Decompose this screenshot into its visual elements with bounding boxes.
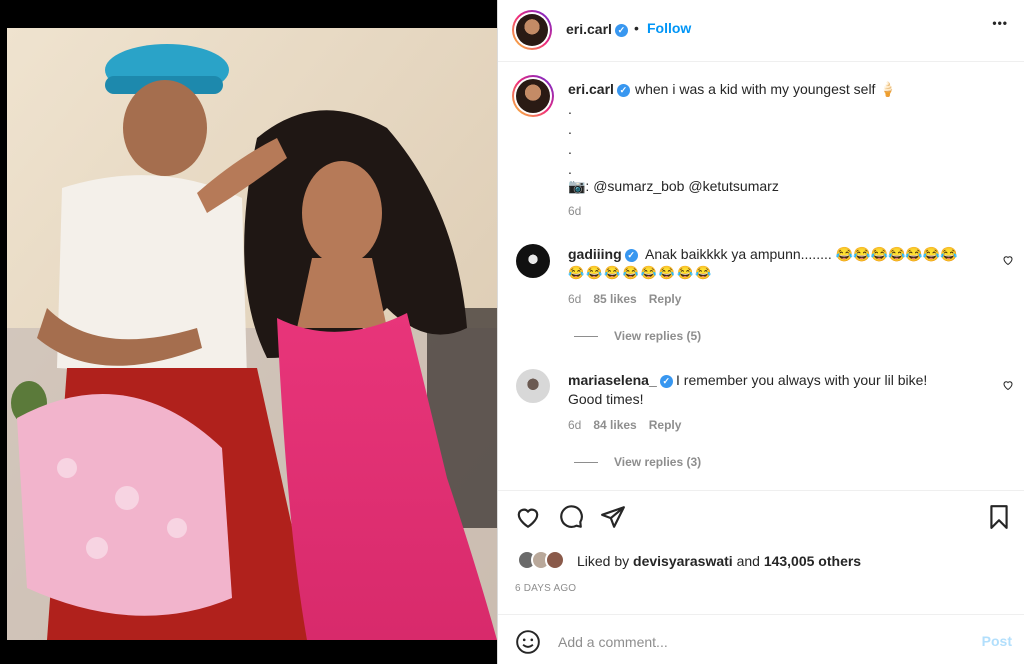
author-username-text[interactable]: eri.carl [566, 21, 612, 37]
add-comment-input[interactable] [558, 632, 938, 652]
comment-box-divider [498, 614, 1024, 615]
caption-avatar[interactable] [512, 75, 554, 117]
caption-dot: . [568, 121, 572, 137]
more-options-icon[interactable]: ••• [992, 16, 1008, 30]
share-icon[interactable] [600, 504, 626, 530]
post-photo-area [0, 0, 497, 664]
caption-username-text[interactable]: eri.carl [568, 81, 614, 97]
post-timestamp: 6 DAYS AGO [515, 583, 577, 594]
liked-by-user[interactable]: devisyaraswati [633, 553, 733, 569]
comment-time: 6d [568, 418, 582, 432]
comment-like-icon[interactable] [1002, 254, 1014, 266]
liked-by-prefix: Liked by [577, 553, 630, 569]
caption-dot: . [568, 101, 572, 117]
comment-username-text[interactable]: mariaselena_ [568, 372, 657, 388]
verified-badge-icon: ✓ [614, 23, 628, 37]
caption-text: when i was a kid with my youngest self 🍦 [635, 81, 897, 97]
comment-text: Anak baikkkk ya ampunn........ 😂😂😂😂😂😂😂 [645, 245, 958, 263]
replies-line [574, 336, 598, 338]
comment-meta: 6d 84 likes Reply [568, 418, 681, 432]
caption-username[interactable]: eri.carl ✓ [568, 81, 630, 97]
comment-meta: 6d 85 likes Reply [568, 292, 681, 306]
liked-by-and: and [736, 553, 760, 569]
author-username[interactable]: eri.carl ✓ [566, 21, 628, 37]
liked-by-text: Liked by devisyaraswati and 143,005 othe… [577, 552, 861, 570]
comment-like-icon[interactable] [1002, 379, 1014, 391]
comment-username-text[interactable]: gadiiing [568, 246, 622, 262]
verified-badge-icon: ✓ [624, 248, 638, 262]
view-replies-button[interactable]: View replies (5) [574, 329, 701, 343]
caption-time: 6d [568, 204, 582, 218]
author-avatar[interactable] [512, 10, 552, 50]
comment-likes[interactable]: 84 likes [593, 418, 636, 432]
view-replies-label[interactable]: View replies (5) [614, 329, 701, 343]
comment-icon[interactable] [558, 504, 584, 530]
post-comment-button[interactable]: Post [982, 633, 1012, 649]
comment-reply-button[interactable]: Reply [649, 418, 682, 432]
header-separator: • [634, 20, 639, 36]
commenter-avatar[interactable] [516, 369, 550, 403]
bookmark-icon[interactable] [986, 504, 1012, 530]
comment-username[interactable]: mariaselena_ ✓ [568, 372, 673, 388]
comment-likes[interactable]: 85 likes [593, 292, 636, 306]
comment-text-line: 😂😂😂😂😂😂😂😂 [568, 265, 714, 280]
follow-button[interactable]: Follow [647, 20, 691, 36]
heart-icon[interactable] [515, 504, 541, 530]
commenter-avatar[interactable] [516, 244, 550, 278]
comment-time: 6d [568, 292, 582, 306]
view-replies-label[interactable]: View replies (3) [614, 455, 701, 469]
comment-text-line: I remember you always with your lil bike… [676, 372, 928, 388]
post-photo[interactable] [7, 28, 497, 640]
comment-text-line: Anak baikkkk ya ampunn........ 😂😂😂😂😂😂😂 [645, 246, 958, 262]
actions-divider [498, 490, 1024, 491]
caption-credit[interactable]: 📷: @sumarz_bob @ketutsumarz [568, 177, 779, 195]
comment-text-line: Good times! [568, 391, 644, 407]
comment-username[interactable]: gadiiing ✓ [568, 246, 638, 262]
instagram-post-modal: eri.carl ✓ • Follow ••• eri.carl ✓ when i … [0, 0, 1024, 664]
verified-badge-icon: ✓ [659, 374, 673, 388]
caption-dot: . [568, 161, 572, 177]
view-replies-button[interactable]: View replies (3) [574, 455, 701, 469]
comment-reply-button[interactable]: Reply [649, 292, 682, 306]
liked-by-count[interactable]: 143,005 others [764, 553, 861, 569]
verified-badge-icon: ✓ [616, 83, 630, 97]
smiley-icon[interactable] [515, 629, 541, 655]
replies-line [574, 462, 598, 464]
post-sidebar: eri.carl ✓ • Follow ••• eri.carl ✓ when i … [497, 0, 1024, 664]
header-divider [498, 61, 1024, 62]
caption-dot: . [568, 141, 572, 157]
